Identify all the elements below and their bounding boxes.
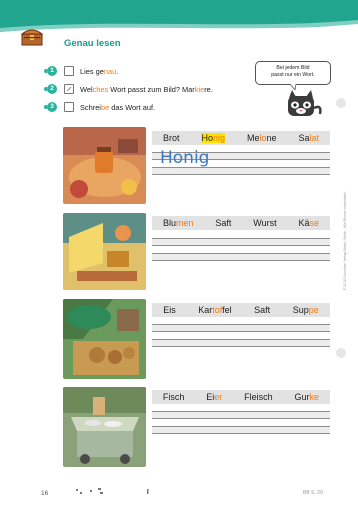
word-option[interactable]: Saft [215,218,231,228]
word-choice-bar: Brot Honig Melone Salat [152,131,330,145]
punch-hole [336,98,346,108]
checkbox[interactable] [64,102,74,112]
instruction-text: Welches Wort passt zum Bild? Markiere. [80,85,213,94]
copyright-note: © 2018 Cornelsen Verlag GmbH, Berlin · A… [343,191,347,290]
speech-bubble: Bei jedem Bild passt nur ein Wort. [255,61,331,85]
word-option[interactable]: Gurke [295,392,320,402]
writing-lines[interactable] [152,324,330,348]
word-option[interactable]: Kartoffel [198,305,231,315]
word-option[interactable]: Eis [163,305,176,315]
written-answer: Honig [160,148,210,168]
exercise-picture-cheese [63,213,146,290]
word-option[interactable]: Melone [247,133,277,143]
treasure-chest-icon [20,29,44,46]
exercise-picture-honey [63,127,146,204]
step-number: 2 [44,84,57,94]
writing-lines[interactable] [152,238,330,262]
step-number: 3 [44,102,57,112]
word-option[interactable]: Eier [206,392,222,402]
checkbox[interactable] [64,66,74,76]
pencil-icon [67,87,72,91]
word-option[interactable]: Blumen [163,218,194,228]
exercise-picture-fish-stall [63,387,146,467]
instruction-text: Lies genau. [80,67,119,76]
exercise-picture-potato [63,299,146,379]
word-option[interactable]: Saft [254,305,270,315]
word-option[interactable]: Brot [163,133,180,143]
step-number: 1 [44,66,57,76]
page-title: Genau lesen [64,38,121,49]
worksheet-page: Genau lesen 1 Lies genau. 2 Welches Wort… [0,0,358,505]
word-option[interactable]: Käse [299,218,320,228]
word-option[interactable]: Fisch [163,392,185,402]
word-choice-bar: Blumen Saft Wurst Käse [152,216,330,230]
cat-icon [288,90,322,116]
footer-reference: BB S. 29 [303,490,323,496]
word-option[interactable]: Fleisch [244,392,273,402]
word-choice-bar: Eis Kartoffel Saft Suppe [152,303,330,317]
footer-marks [76,488,149,494]
instruction-text: Schreibe das Wort auf. [80,103,156,112]
word-option-marked[interactable]: Honig [201,133,225,143]
header-wave [0,0,358,32]
writing-lines[interactable] [152,411,330,435]
checkbox[interactable] [64,84,74,94]
word-option[interactable]: Salat [298,133,319,143]
word-option[interactable]: Wurst [253,218,276,228]
page-number: 16 [41,490,49,497]
punch-hole [336,348,346,358]
word-choice-bar: Fisch Eier Fleisch Gurke [152,390,330,404]
word-option[interactable]: Suppe [293,305,319,315]
